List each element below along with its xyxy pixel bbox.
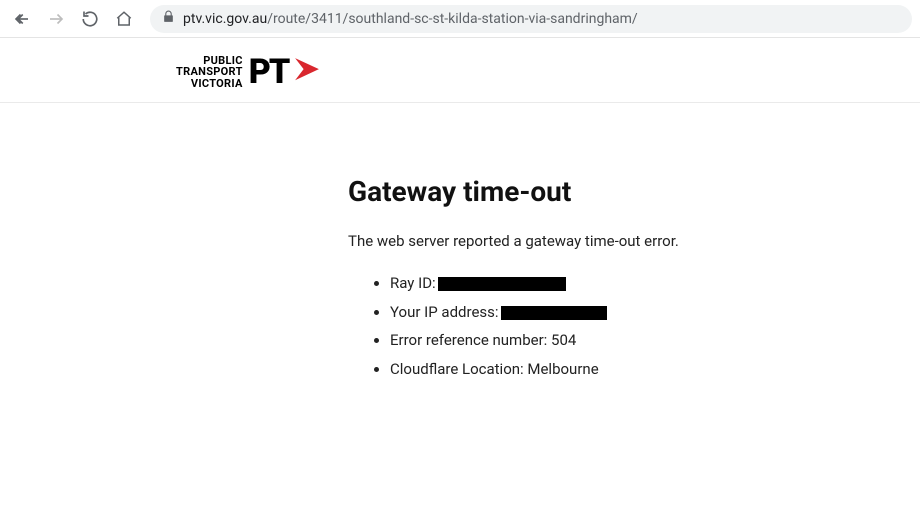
header-logo-bar: PUBLIC TRANSPORT VICTORIA PT: [0, 38, 920, 103]
ptv-logo-text: PUBLIC TRANSPORT VICTORIA: [176, 55, 243, 90]
arrow-right-icon: [47, 10, 65, 28]
ptv-logo[interactable]: PUBLIC TRANSPORT VICTORIA PT: [176, 52, 920, 92]
error-location: Cloudflare Location: Melbourne: [390, 358, 920, 381]
reload-button[interactable]: [76, 5, 104, 33]
error-ip: Your IP address:: [390, 301, 920, 324]
error-details-list: Ray ID: Your IP address: Error reference…: [348, 272, 920, 380]
ray-id-label: Ray ID:: [390, 274, 436, 292]
logo-line-3: VICTORIA: [191, 78, 243, 90]
url-text: ptv.vic.gov.au/route/3411/southland-sc-s…: [183, 11, 638, 27]
arrow-left-icon: [13, 10, 31, 28]
error-title: Gateway time-out: [348, 175, 920, 208]
browser-toolbar: ptv.vic.gov.au/route/3411/southland-sc-s…: [0, 0, 920, 38]
logo-arrow-icon: [290, 53, 324, 91]
error-ray-id: Ray ID:: [390, 272, 920, 295]
lock-icon: [162, 10, 175, 27]
back-button[interactable]: [8, 5, 36, 33]
error-message: The web server reported a gateway time-o…: [348, 232, 920, 250]
reload-icon: [81, 10, 99, 28]
forward-button[interactable]: [42, 5, 70, 33]
url-path: /route/3411/southland-sc-st-kilda-statio…: [267, 11, 637, 27]
error-section: Gateway time-out The web server reported…: [0, 103, 920, 380]
redacted-ray-id: [438, 277, 566, 291]
address-bar[interactable]: ptv.vic.gov.au/route/3411/southland-sc-s…: [150, 5, 912, 33]
home-icon: [115, 10, 133, 28]
home-button[interactable]: [110, 5, 138, 33]
page-content: PUBLIC TRANSPORT VICTORIA PT Gateway tim…: [0, 38, 920, 380]
url-domain: ptv.vic.gov.au: [183, 11, 267, 27]
error-ref-number: Error reference number: 504: [390, 329, 920, 352]
redacted-ip: [501, 306, 607, 320]
logo-pt: PT: [249, 52, 289, 92]
ip-label: Your IP address:: [390, 303, 499, 321]
